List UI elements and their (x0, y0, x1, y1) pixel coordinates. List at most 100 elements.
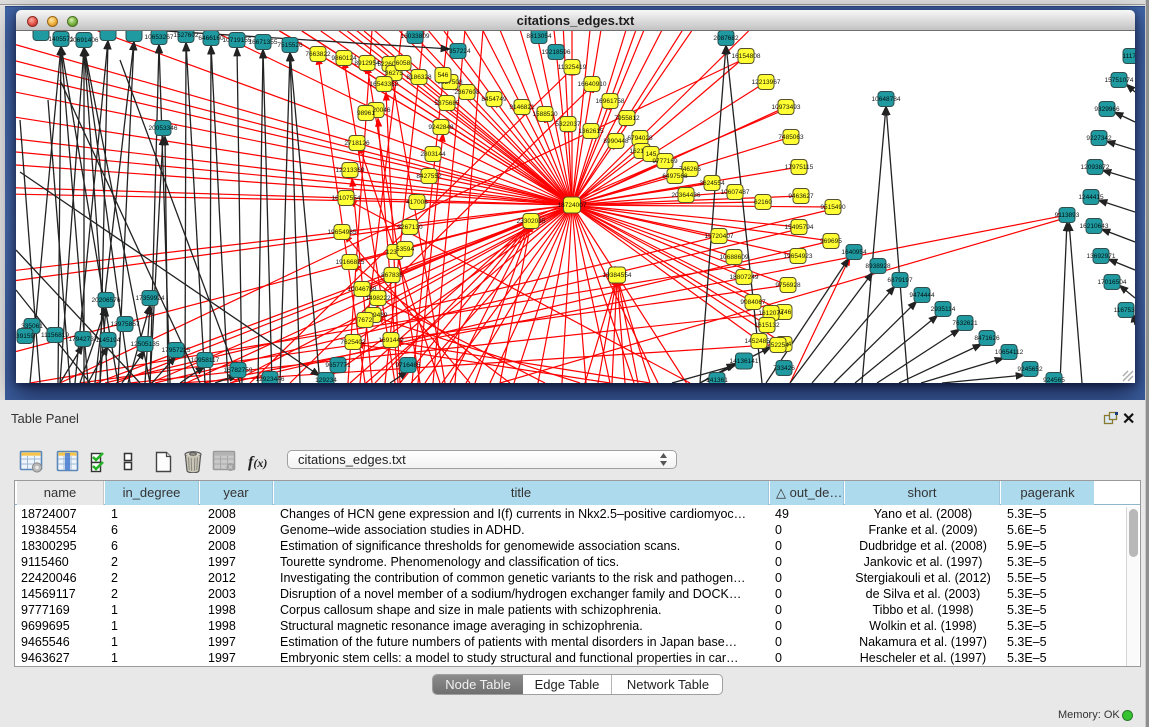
svg-text:13975867: 13975867 (111, 321, 140, 328)
svg-text:17016504: 17016504 (1098, 279, 1127, 286)
svg-text:16671355: 16671355 (249, 39, 278, 46)
svg-text:36275: 36275 (385, 70, 403, 77)
svg-text:9146821: 9146821 (509, 104, 535, 111)
svg-text:969695: 969695 (820, 238, 842, 245)
svg-text:18724007: 18724007 (558, 202, 587, 209)
svg-text:8938928: 8938928 (865, 263, 891, 270)
svg-text:16107554: 16107554 (332, 195, 361, 202)
svg-text:9242848: 9242848 (428, 124, 454, 131)
svg-text:9716485: 9716485 (395, 362, 421, 369)
svg-text:11325419: 11325419 (558, 64, 587, 71)
svg-text:9756928: 9756928 (775, 282, 801, 289)
svg-text:10958117: 10958117 (191, 357, 220, 364)
svg-text:9113893: 9113893 (1055, 212, 1080, 219)
svg-text:141361: 141361 (706, 377, 728, 383)
svg-text:1498222: 1498222 (365, 295, 391, 302)
svg-text:10973493: 10973493 (772, 104, 801, 111)
svg-text:7485063: 7485063 (778, 134, 804, 141)
svg-text:546: 546 (438, 72, 449, 79)
svg-text:6497568: 6497568 (662, 173, 688, 180)
svg-text:23302035: 23302035 (517, 218, 546, 225)
svg-text:15751074: 15751074 (1105, 77, 1134, 84)
svg-text:1244415: 1244415 (1078, 194, 1104, 201)
svg-text:417006: 417006 (406, 199, 428, 206)
svg-text:7663822: 7663822 (305, 51, 331, 58)
svg-text:1527602: 1527602 (173, 32, 199, 39)
svg-text:1588520: 1588520 (532, 111, 558, 118)
svg-text:12923446: 12923446 (256, 376, 285, 383)
svg-text:62160: 62160 (754, 199, 772, 206)
svg-text:14136141: 14136141 (730, 358, 759, 365)
svg-text:10654112: 10654112 (995, 349, 1024, 356)
svg-text:2087682: 2087682 (713, 35, 739, 42)
svg-text:19654985: 19654985 (328, 229, 357, 236)
svg-text:9860124: 9860124 (331, 55, 357, 62)
svg-text:9329966: 9329966 (1094, 106, 1120, 113)
svg-text:2803144: 2803144 (420, 151, 446, 158)
svg-text:19166825: 19166825 (336, 259, 365, 266)
svg-text:17359924: 17359924 (136, 295, 165, 302)
svg-text:16210643: 16210643 (1080, 223, 1109, 230)
svg-text:5875685: 5875685 (434, 100, 460, 107)
svg-text:9657771: 9657771 (325, 362, 351, 369)
svg-text:867833: 867833 (381, 272, 403, 279)
svg-text:16782759: 16782759 (224, 367, 253, 374)
svg-text:20691406: 20691406 (70, 37, 99, 44)
svg-text:19384554: 19384554 (603, 272, 632, 279)
svg-text:10607487: 10607487 (721, 189, 750, 196)
svg-text:20364436: 20364436 (672, 192, 701, 199)
svg-text:6466160: 6466160 (198, 35, 224, 42)
svg-text:10648784: 10648784 (872, 96, 901, 103)
svg-text:8454749: 8454749 (481, 96, 507, 103)
svg-text:13692971: 13692971 (1087, 253, 1116, 260)
svg-text:7515526: 7515526 (277, 42, 303, 49)
svg-text:16640910: 16640910 (578, 81, 607, 88)
svg-text:2718126: 2718126 (344, 140, 370, 147)
svg-text:1612074: 1612074 (758, 310, 784, 317)
svg-text:17975115: 17975115 (785, 164, 814, 171)
svg-text:9777169: 9777169 (652, 158, 678, 165)
svg-text:8427552: 8427552 (416, 173, 442, 180)
svg-text:18807249: 18807249 (730, 274, 759, 281)
svg-text:15495794: 15495794 (785, 224, 814, 231)
svg-text:5322037: 5322037 (555, 121, 581, 128)
svg-text:1145194: 1145194 (96, 337, 121, 344)
svg-text:733426: 733426 (773, 365, 795, 372)
svg-text:9515490: 9515490 (820, 204, 846, 211)
svg-text:16154808: 16154808 (732, 53, 761, 60)
svg-text:10653267: 10653267 (145, 34, 174, 41)
svg-text:9245652: 9245652 (1017, 366, 1043, 373)
svg-text:9463627: 9463627 (788, 193, 814, 200)
svg-text:11156819: 11156819 (41, 332, 69, 339)
svg-text:6879197: 6879197 (887, 277, 913, 284)
svg-text:7357224: 7357224 (445, 48, 471, 55)
svg-text:15720407: 15720407 (705, 233, 734, 240)
svg-text:145: 145 (646, 151, 657, 158)
svg-text:39159: 39159 (16, 333, 34, 340)
svg-text:6794028: 6794028 (627, 135, 653, 142)
svg-text:7625402: 7625402 (340, 339, 366, 346)
svg-text:12093872: 12093872 (1081, 164, 1110, 171)
svg-text:6058: 6058 (396, 60, 411, 67)
svg-text:17942737: 17942737 (69, 336, 98, 343)
svg-text:11171: 11171 (1122, 53, 1135, 60)
svg-text:8912954: 8912954 (354, 60, 380, 67)
svg-text:12213369: 12213369 (336, 167, 365, 174)
svg-text:16961758: 16961758 (596, 98, 625, 105)
svg-text:2935114: 2935114 (931, 306, 956, 313)
svg-text:1691449: 1691449 (378, 337, 404, 344)
svg-text:1640954: 1640954 (841, 249, 867, 256)
svg-text:9084067: 9084067 (740, 299, 766, 306)
svg-text:924565: 924565 (1043, 377, 1065, 383)
svg-text:8813054: 8813054 (526, 33, 552, 40)
svg-text:7672: 7672 (358, 317, 373, 324)
svg-text:129234: 129234 (315, 377, 337, 383)
svg-text:8471626: 8471626 (974, 335, 1000, 342)
svg-text:1615132: 1615132 (754, 322, 780, 329)
svg-text:16543362: 16543362 (370, 81, 399, 88)
svg-text:9227342: 9227342 (1086, 135, 1112, 142)
svg-text:16033809: 16033809 (401, 33, 430, 40)
svg-text:7632621: 7632621 (952, 320, 978, 327)
svg-text:19218596: 19218596 (542, 49, 571, 56)
svg-text:20053346: 20053346 (149, 125, 178, 132)
